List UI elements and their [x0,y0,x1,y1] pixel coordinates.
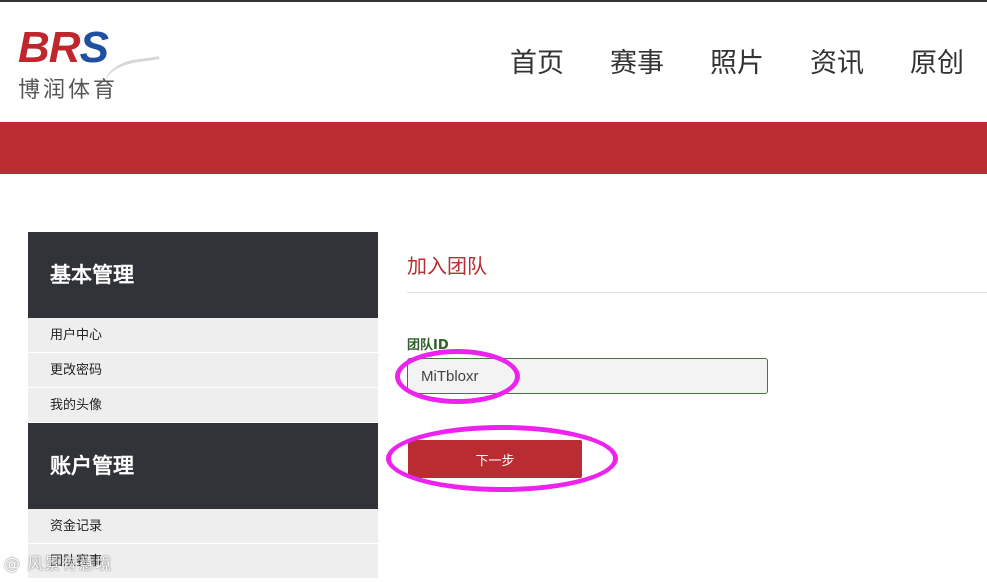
sidebar-section-account: 账户管理 [28,423,378,509]
top-border-line [0,0,987,2]
red-banner [0,122,987,174]
sidebar-item-my-avatar[interactable]: 我的头像 [28,388,378,423]
sidebar-item-change-password[interactable]: 更改密码 [28,353,378,388]
logo-subtitle: 博润体育 [18,78,119,103]
nav-news[interactable]: 资讯 [787,44,887,84]
sidebar-item-funds-record[interactable]: 资金记录 [28,509,378,544]
nav-photos[interactable]: 照片 [687,44,787,84]
watermark: @ 风景有意境 [4,554,113,573]
sidebar: 基本管理 用户中心 更改密码 我的头像 账户管理 资金记录 团队赛事 [28,232,378,579]
team-id-input[interactable] [407,358,768,394]
sidebar-item-user-center[interactable]: 用户中心 [28,318,378,353]
team-id-label: 团队ID [407,338,449,353]
next-step-button[interactable]: 下一步 [408,440,582,478]
title-divider [407,292,987,293]
logo-brs-text: BRS [18,23,109,72]
page-title: 加入团队 [407,254,487,278]
brand-logo[interactable]: BRS 博润体育 [16,23,165,103]
nav-original[interactable]: 原创 [887,44,987,84]
nav-home[interactable]: 首页 [487,44,587,84]
sidebar-section-basic: 基本管理 [28,232,378,318]
nav-events[interactable]: 赛事 [587,44,687,84]
main-nav: 首页 赛事 照片 资讯 原创 [487,44,987,84]
